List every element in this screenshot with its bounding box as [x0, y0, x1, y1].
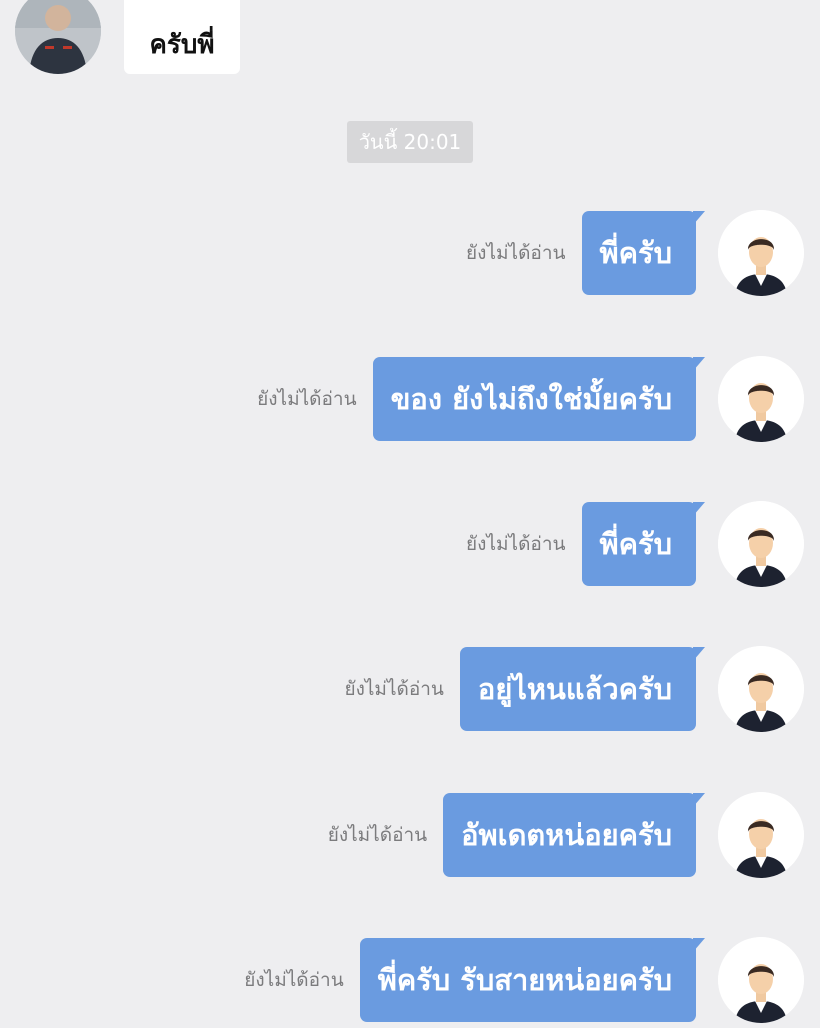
- contact-photo-icon: [15, 0, 101, 74]
- message-text: ของ ยังไม่ถึงใช่มั้ยครับ: [390, 382, 672, 416]
- user-avatar-icon[interactable]: [718, 646, 804, 732]
- outgoing-message-bubble[interactable]: อัพเดตหน่อยครับ: [443, 793, 705, 877]
- user-avatar-icon[interactable]: [718, 356, 804, 442]
- outgoing-message-bubble[interactable]: พี่ครับ: [581, 211, 705, 295]
- outgoing-message-bubble[interactable]: อยู่ไหนแล้วครับ: [459, 647, 705, 731]
- message-row: ยังไม่ได้อ่าน พี่ครับ รับสายหน่อยครับ: [0, 937, 820, 1028]
- read-status: ยังไม่ได้อ่าน: [257, 388, 357, 410]
- message-row: ยังไม่ได้อ่าน พี่ครับ: [0, 210, 820, 301]
- message-row: ยังไม่ได้อ่าน พี่ครับ: [0, 501, 820, 592]
- bubble-tail: [693, 357, 705, 371]
- read-status: ยังไม่ได้อ่าน: [244, 969, 344, 991]
- outgoing-message-bubble[interactable]: ของ ยังไม่ถึงใช่มั้ยครับ: [372, 357, 705, 441]
- message-text: พี่ครับ รับสายหน่อยครับ: [377, 963, 672, 997]
- message-row: ยังไม่ได้อ่าน อัพเดตหน่อยครับ: [0, 792, 820, 883]
- incoming-message-bubble[interactable]: ครับพี่: [124, 0, 240, 74]
- outgoing-message-bubble[interactable]: พี่ครับ รับสายหน่อยครับ: [359, 938, 705, 1022]
- user-avatar-icon[interactable]: [718, 937, 804, 1023]
- user-avatar-icon[interactable]: [718, 210, 804, 296]
- contact-avatar[interactable]: [15, 0, 101, 74]
- user-avatar-icon[interactable]: [718, 501, 804, 587]
- message-text: พี่ครับ: [599, 527, 673, 561]
- read-status: ยังไม่ได้อ่าน: [466, 242, 566, 264]
- message-text: พี่ครับ: [599, 236, 673, 270]
- message-row: ยังไม่ได้อ่าน อยู่ไหนแล้วครับ: [0, 646, 820, 737]
- bubble-tail: [693, 793, 705, 807]
- chat-conversation[interactable]: ครับพี่ วันนี้ 20:01 ยังไม่ได้อ่าน พี่คร…: [0, 0, 820, 1024]
- bubble-tail: [693, 938, 705, 952]
- message-text: อยู่ไหนแล้วครับ: [477, 672, 672, 706]
- timestamp-divider: วันนี้ 20:01: [347, 121, 473, 163]
- bubble-tail: [693, 647, 705, 661]
- message-text: อัพเดตหน่อยครับ: [461, 818, 672, 852]
- message-row: ยังไม่ได้อ่าน ของ ยังไม่ถึงใช่มั้ยครับ: [0, 356, 820, 447]
- outgoing-message-bubble[interactable]: พี่ครับ: [581, 502, 705, 586]
- user-avatar-icon[interactable]: [718, 792, 804, 878]
- bubble-tail: [693, 502, 705, 516]
- read-status: ยังไม่ได้อ่าน: [344, 678, 444, 700]
- incoming-message-text: ครับพี่: [149, 30, 215, 60]
- read-status: ยังไม่ได้อ่าน: [327, 824, 428, 846]
- read-status: ยังไม่ได้อ่าน: [466, 533, 566, 555]
- bubble-tail: [693, 211, 705, 225]
